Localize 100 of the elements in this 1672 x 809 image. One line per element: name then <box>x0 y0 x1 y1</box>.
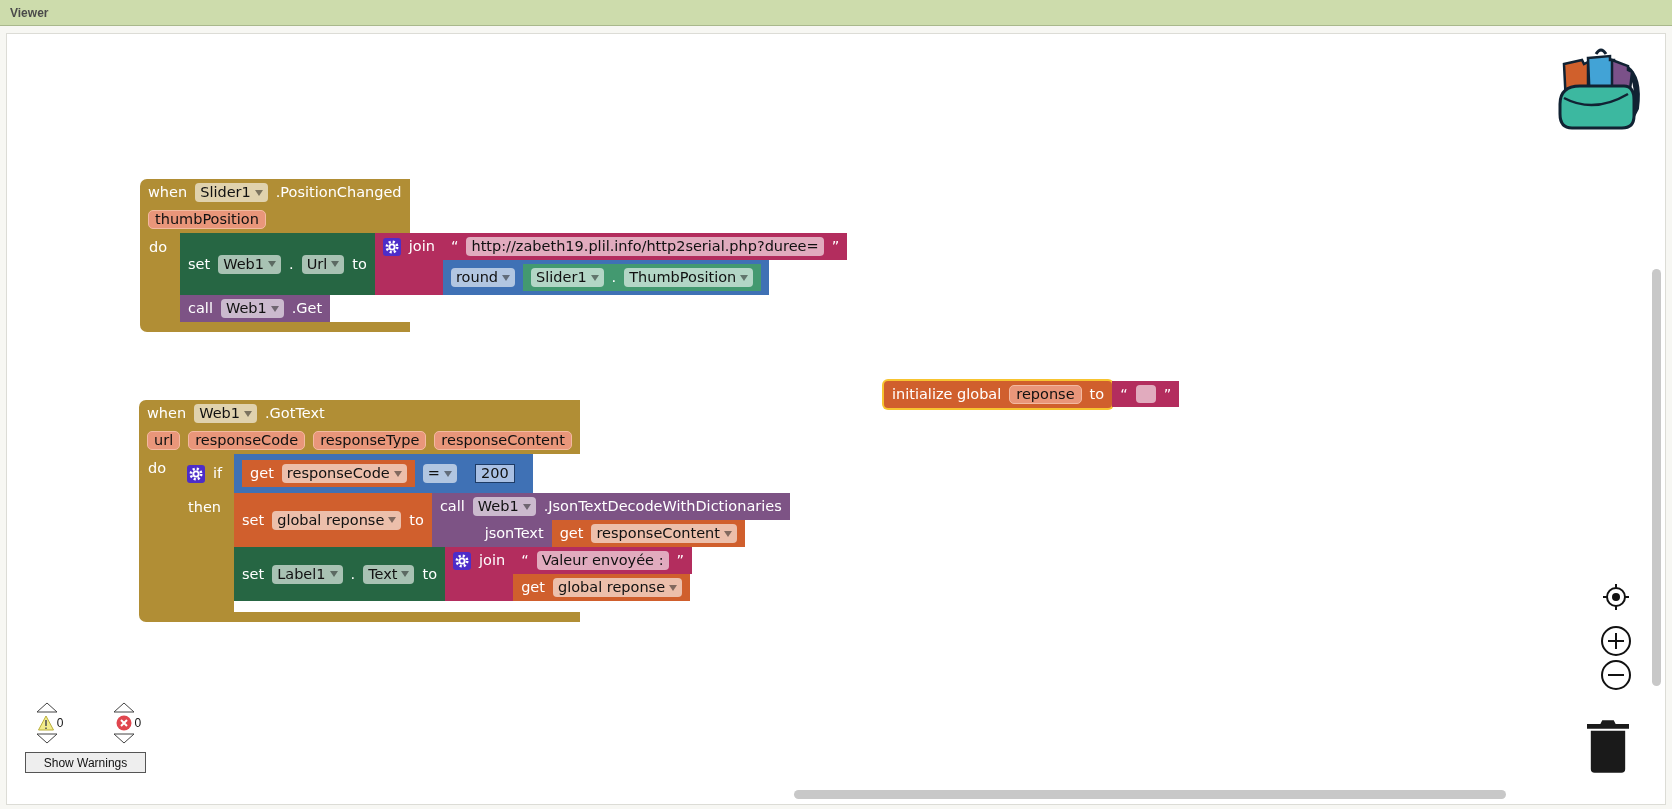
value-block[interactable]: “ http://zabeth19.plil.info/http2serial.php?duree= ” <box>442 233 848 260</box>
dropdown-field[interactable]: Slider1 <box>195 183 268 202</box>
dropdown-field[interactable]: global reponse <box>552 578 683 597</box>
number-field[interactable]: 200 <box>474 464 515 483</box>
dropdown-field[interactable]: global reponse <box>272 510 402 530</box>
block-label: get <box>250 465 274 482</box>
recenter-icon[interactable] <box>1602 583 1630 611</box>
value-block[interactable]: round Slider1 . ThumbPosition <box>442 260 770 295</box>
caret-icon <box>393 470 402 477</box>
statement-block[interactable]: set Label1 . Text to join “ Valeur envoyée : ” get global reponse <box>234 547 693 601</box>
dropdown-field[interactable]: Slider1 <box>531 268 604 287</box>
block-label: set <box>242 511 265 529</box>
statement-block[interactable]: set global reponse to call Web1 .JsonTextDecodeWithDictionaries jsonText get responseContent <box>234 493 790 547</box>
gear-icon[interactable] <box>453 551 471 570</box>
value-block[interactable]: get responseCode = 200 <box>234 454 533 493</box>
block-label: if <box>213 465 223 482</box>
block-label: when <box>147 405 187 422</box>
caret-icon <box>740 274 749 281</box>
block-label: jsonText <box>484 525 544 542</box>
caret-icon <box>590 274 599 281</box>
block-label: .PositionChanged <box>275 184 402 201</box>
value-block[interactable]: join “ http://zabeth19.plil.info/http2serial.php?duree= ” round Slider1 . ThumbPosition <box>374 233 848 295</box>
caret-icon <box>254 189 263 196</box>
dropdown-field[interactable]: Text <box>363 564 415 584</box>
block-label: ” <box>1163 385 1172 403</box>
event-block-header[interactable]: when Web1 .GotText <box>139 400 580 427</box>
statement-block[interactable]: set Web1 . Url to join “ http://zabeth19.plil.info/http2serial.php?duree= ” round Slider1 . ThumbPosition <box>180 233 848 295</box>
block-label: .JsonTextDecodeWithDictionaries <box>543 498 782 515</box>
caret-icon <box>244 410 252 417</box>
down-arrow-icon[interactable] <box>35 733 58 744</box>
block-label: set <box>242 565 265 583</box>
value-block[interactable]: “ Valeur envoyée : ” <box>513 547 693 574</box>
block-label: ” <box>676 552 685 569</box>
block-label: set <box>188 255 211 273</box>
dropdown-field[interactable]: = <box>422 464 457 483</box>
block-label: .GotText <box>265 405 325 422</box>
block-label: do <box>148 460 167 477</box>
parameter-chip[interactable]: url <box>147 431 181 450</box>
horizontal-scrollbar[interactable] <box>794 790 1506 799</box>
caret-icon <box>522 503 531 510</box>
show-warnings-button[interactable]: Show Warnings <box>25 752 146 773</box>
string-value-field[interactable] <box>1135 385 1156 403</box>
vertical-scrollbar[interactable] <box>1652 269 1661 686</box>
value-block[interactable]: join “ Valeur envoyée : ” get global reponse <box>445 547 693 601</box>
block-label: ” <box>831 238 840 255</box>
statement-block[interactable]: call Web1 .Get <box>180 295 331 322</box>
up-arrow-icon[interactable] <box>35 702 58 713</box>
event-block-header[interactable]: when Slider1 .PositionChanged <box>140 179 410 206</box>
event-block-header[interactable]: thumbPosition <box>140 206 410 233</box>
dropdown-field[interactable]: Web1 <box>220 299 284 318</box>
dropdown-field[interactable]: Web1 <box>218 254 281 274</box>
caret-icon <box>329 571 338 577</box>
caret-icon <box>443 470 452 477</box>
value-block[interactable]: get responseCode <box>242 460 415 487</box>
block-label: when <box>148 184 188 201</box>
zoom-out-icon[interactable] <box>1600 659 1632 691</box>
value-block[interactable]: get global reponse <box>513 574 691 601</box>
string-value-field[interactable]: Valeur envoyée : <box>536 551 669 570</box>
block-label: . <box>289 255 294 273</box>
trash-icon[interactable] <box>1587 719 1629 773</box>
caret-icon <box>723 530 732 537</box>
gear-icon[interactable] <box>382 237 401 256</box>
caret-icon <box>268 261 276 267</box>
value-block[interactable]: get responseContent <box>551 520 745 547</box>
down-arrow-icon[interactable] <box>113 733 136 744</box>
caret-icon <box>669 584 678 591</box>
caret-icon <box>388 517 397 523</box>
dropdown-field[interactable]: Url <box>301 254 345 274</box>
value-block[interactable]: “ ” <box>1112 381 1180 407</box>
block-label: get <box>521 579 545 596</box>
block-label: to <box>352 255 367 273</box>
block-label: “ <box>1120 385 1128 403</box>
zoom-in-icon[interactable] <box>1600 625 1632 657</box>
dropdown-field[interactable]: Web1 <box>472 497 536 516</box>
event-block-header[interactable]: url responseCode responseType responseContent <box>139 427 580 454</box>
gear-icon[interactable] <box>187 464 205 483</box>
error-icon <box>115 715 132 731</box>
block-label: then <box>188 499 221 516</box>
block-label: call <box>188 300 213 317</box>
parameter-chip[interactable]: thumbPosition <box>148 210 266 229</box>
dropdown-field[interactable]: Label1 <box>272 564 343 584</box>
caret-icon <box>331 261 340 267</box>
dropdown-field[interactable]: responseCode <box>281 464 407 483</box>
block-label: to <box>422 565 437 583</box>
block-label: .Get <box>291 300 323 317</box>
block-label: to <box>409 511 424 529</box>
dropdown-field[interactable]: responseContent <box>591 524 737 543</box>
block-label: . <box>611 269 617 286</box>
warning-count: 0 <box>56 716 64 730</box>
dropdown-field[interactable]: Web1 <box>194 404 257 423</box>
parameter-chip[interactable]: responseContent <box>434 431 572 450</box>
block-label: join <box>479 552 506 569</box>
dropdown-field[interactable]: ThumbPosition <box>624 268 754 287</box>
dropdown-field[interactable]: round <box>450 268 516 287</box>
string-value-field[interactable]: http://zabeth19.plil.info/http2serial.php?duree= <box>466 237 824 256</box>
value-block[interactable]: Slider1 . ThumbPosition <box>523 264 762 291</box>
up-arrow-icon[interactable] <box>113 702 136 713</box>
parameter-chip[interactable]: reponse <box>1009 385 1082 404</box>
parameter-chip[interactable]: responseType <box>313 431 427 450</box>
parameter-chip[interactable]: responseCode <box>188 431 306 450</box>
